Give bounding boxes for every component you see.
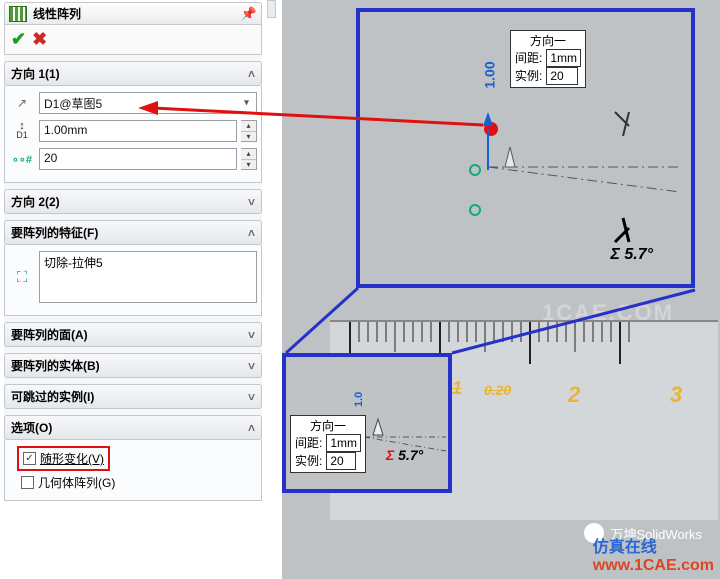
vary-highlight: ✓ 随形变化(V)	[17, 446, 110, 471]
direction1-header[interactable]: 方向 1(1) ˄	[4, 61, 262, 86]
callout2-count-label: 实例:	[295, 453, 322, 469]
chevron-up-icon: ˄	[248, 226, 255, 240]
pm-title-bar: 线性阵列 📌	[4, 2, 262, 25]
direction-callout-small: 方向一 间距: 1mm 实例: 20	[290, 415, 366, 473]
pm-title: 线性阵列	[33, 5, 81, 22]
ok-button[interactable]: ✔	[11, 29, 26, 50]
callout2-title: 方向一	[295, 418, 361, 434]
faces-header[interactable]: 要阵列的面(A) ˅	[4, 322, 262, 347]
direction2-header[interactable]: 方向 2(2) ˅	[4, 189, 262, 214]
site-url: www.1CAE.com	[593, 557, 714, 574]
panel-splitter[interactable]	[267, 0, 276, 18]
feature-item[interactable]: 切除-拉伸5	[44, 254, 252, 271]
options-header[interactable]: 选项(O) ˄	[4, 415, 262, 440]
geom-checkbox[interactable]	[21, 476, 34, 489]
faces-label: 要阵列的面(A)	[11, 326, 88, 343]
property-manager-panel: 线性阵列 📌 ✔ ✖ 方向 1(1) ˄ ↗ D1@草图5 ▾ ↕D1 1.00…	[4, 2, 262, 501]
features-header[interactable]: 要阵列的特征(F) ˄	[4, 220, 262, 245]
chevron-down-icon: ˅	[248, 390, 255, 404]
bodies-header[interactable]: 要阵列的实体(B) ˅	[4, 353, 262, 378]
chevron-down-icon: ˅	[248, 328, 255, 342]
geom-label: 几何体阵列(G)	[38, 474, 115, 491]
zoom-source-box: 1.0 方向一 间距: 1mm 实例: 20 Σ Σ 5.7°5.7°	[282, 353, 452, 493]
spacing-input[interactable]: 1.00mm	[39, 120, 237, 142]
count-spinner[interactable]: ▴▾	[241, 148, 257, 170]
direction1-body: ↗ D1@草图5 ▾ ↕D1 1.00mm ▴▾ ∘∘# 20 ▴▾	[4, 86, 262, 183]
zoom-detail-box: 方向一 间距: 1mm 实例: 20 1.00 Σ 5.7°	[356, 8, 695, 288]
graphics-area[interactable]: 1CAE.COM 方向一 间距: 1mm 实例: 20 1.00	[282, 0, 720, 579]
direction1-reference[interactable]: D1@草图5	[39, 92, 257, 114]
features-label: 要阵列的特征(F)	[11, 224, 98, 241]
skip-label: 可跳过的实例(I)	[11, 388, 94, 405]
vary-checkbox[interactable]: ✓	[23, 452, 36, 465]
count-input[interactable]: 20	[39, 148, 237, 170]
options-body: ✓ 随形变化(V) 几何体阵列(G)	[4, 440, 262, 501]
skip-header[interactable]: 可跳过的实例(I) ˅	[4, 384, 262, 409]
callout2-count-value[interactable]: 20	[326, 452, 356, 470]
pm-action-bar: ✔ ✖	[4, 25, 262, 55]
count-icon: ∘∘#	[9, 148, 35, 170]
site-watermark: 仿真在线 www.1CAE.com	[593, 533, 714, 575]
chevron-down-icon: ˅	[248, 195, 255, 209]
feature-icon: ⛶	[9, 266, 35, 288]
chevron-up-icon: ˄	[248, 67, 255, 81]
linear-pattern-icon	[9, 6, 27, 22]
angle-dimension: Σ 5.7°	[610, 246, 653, 264]
ruler-number-0: 0.20	[484, 382, 511, 398]
direction-edge-icon[interactable]: ↗	[9, 92, 35, 114]
direction2-label: 方向 2(2)	[11, 193, 60, 210]
direction1-label: 方向 1(1)	[11, 65, 60, 82]
ruler-number-2: 2	[568, 382, 580, 408]
pin-icon[interactable]: 📌	[241, 6, 257, 22]
vary-label: 随形变化(V)	[40, 450, 104, 467]
callout2-spacing-value[interactable]: 1mm	[326, 434, 361, 452]
cancel-button[interactable]: ✖	[32, 29, 47, 50]
ruler-number-3: 3	[670, 382, 682, 408]
features-list[interactable]: 切除-拉伸5	[39, 251, 257, 303]
features-body: ⛶ 切除-拉伸5	[4, 245, 262, 316]
bodies-label: 要阵列的实体(B)	[11, 357, 100, 374]
chevron-down-icon: ˅	[248, 359, 255, 373]
reverse-direction-icon[interactable]: ▾	[244, 98, 249, 109]
angle-dimension-small: Σ Σ 5.7°5.7°	[386, 447, 423, 463]
options-label: 选项(O)	[11, 419, 52, 436]
spacing-spinner[interactable]: ▴▾	[241, 120, 257, 142]
callout2-spacing-label: 间距:	[295, 435, 322, 451]
spacing-icon: ↕D1	[9, 120, 35, 142]
svg-text:1.0: 1.0	[353, 392, 365, 407]
site-name: 仿真在线	[593, 539, 657, 556]
chevron-up-icon: ˄	[248, 421, 255, 435]
